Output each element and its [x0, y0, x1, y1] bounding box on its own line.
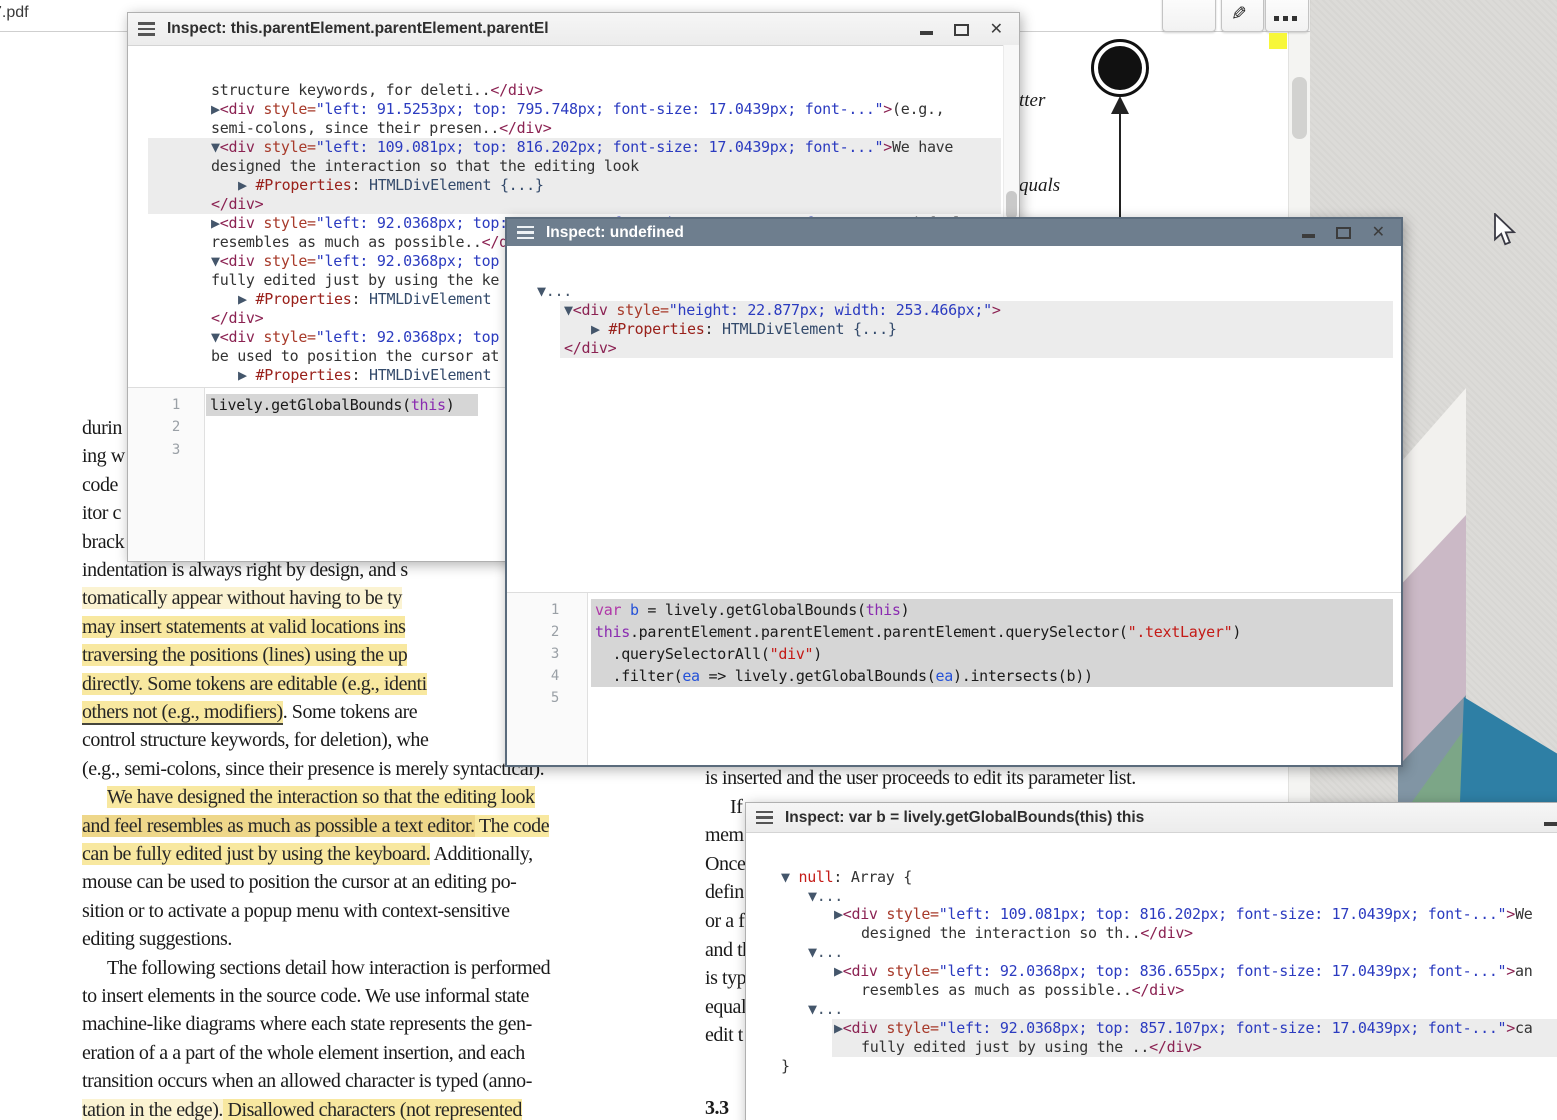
tree-line[interactable]: structure keywords, for deleti..</div> — [211, 81, 543, 100]
tree-line[interactable]: ▶ #Properties: HTMLDivElement — [238, 290, 491, 309]
tree-line[interactable]: } — [781, 1057, 790, 1076]
tab-title: 7.pdf — [0, 4, 29, 22]
line-number: 3 — [128, 439, 180, 461]
diagram-label: tter — [1019, 90, 1045, 112]
more-button[interactable] — [1265, 0, 1309, 32]
window-title: Inspect: var b = lively.getGlobalBounds(… — [785, 809, 1144, 827]
tree-line[interactable]: resembles as much as possible..</div> — [861, 981, 1184, 1000]
window-titlebar[interactable]: Inspect: var b = lively.getGlobalBounds(… — [746, 803, 1557, 833]
yellow-highlight-swatch — [1269, 33, 1287, 49]
tree-line[interactable]: ▼ null: Array { — [781, 868, 912, 887]
close-button[interactable]: ✕ — [1372, 225, 1385, 239]
editor-code[interactable]: var b = lively.getGlobalBounds(this)this… — [591, 593, 1399, 765]
mouse-cursor-icon — [1492, 213, 1518, 252]
tree-line[interactable]: semi-colons, since their presen..</div> — [211, 119, 552, 138]
tree-line[interactable]: ▶ #Properties: HTMLDivElement {...} — [560, 320, 1393, 339]
line-number: 1 — [507, 599, 559, 621]
tree-line[interactable]: designed the interaction so that the edi… — [148, 157, 1001, 176]
ellipsis-icon — [1274, 16, 1297, 21]
tree-line[interactable]: ▼<div style="height: 22.877px; width: 25… — [560, 301, 1393, 320]
tree-line[interactable]: ▼... — [808, 943, 843, 962]
tree-line[interactable]: </div> — [211, 309, 263, 328]
window-titlebar[interactable]: Inspect: undefined — [507, 219, 1401, 246]
menu-icon[interactable] — [517, 226, 534, 240]
code-line[interactable]: .querySelectorAll("div") — [591, 643, 1393, 665]
tree-line[interactable]: ▶<div style="left: 92.0368px; top: 836.6… — [834, 962, 1533, 981]
tree-line[interactable]: ▼... — [808, 887, 843, 906]
end-state-icon — [1091, 39, 1149, 97]
code-line[interactable]: var b = lively.getGlobalBounds(this) — [591, 599, 1393, 621]
line-number: 4 — [507, 665, 559, 687]
inspector-window-3: Inspect: var b = lively.getGlobalBounds(… — [745, 802, 1557, 1120]
editor-gutter: 12345 — [507, 593, 588, 765]
window-titlebar[interactable]: Inspect: this.parentElement.parentElemen… — [128, 13, 1019, 46]
tree-line[interactable]: ▶<div style="left: 109.081px; top: 816.2… — [834, 905, 1533, 924]
line-number: 3 — [507, 643, 559, 665]
minimize-button[interactable] — [920, 31, 933, 35]
line-number: 2 — [507, 621, 559, 643]
tree-line[interactable]: ▼<div style="left: 92.0368px; top — [211, 328, 499, 347]
tree-line[interactable]: resembles as much as possible..</div> — [211, 233, 534, 252]
pencil-icon: ✎ — [1231, 3, 1247, 26]
tree-line[interactable]: ▼... — [537, 282, 572, 301]
line-number: 1 — [128, 394, 180, 416]
tree-line[interactable]: ▼<div style="left: 109.081px; top: 816.2… — [148, 138, 1001, 157]
tree-line[interactable]: ▶<div style="left: 91.5253px; top: 795.7… — [211, 100, 944, 119]
maximize-button[interactable] — [1336, 227, 1351, 239]
tree-line[interactable]: </div> — [148, 195, 1001, 214]
window-title: Inspect: this.parentElement.parentElemen… — [167, 20, 549, 38]
tree-line[interactable]: ▼<div style="left: 92.0368px; top — [211, 252, 499, 271]
diagram-label: quals — [1019, 175, 1060, 197]
decor-teal-shape — [1460, 688, 1557, 802]
maximize-button[interactable] — [954, 24, 969, 36]
tree-line[interactable]: fully edited just by using the ..</div> — [832, 1038, 1557, 1057]
line-number: 5 — [507, 687, 559, 709]
screen: 7.pdf ✎ durining wcodeitor cbrackindenta… — [0, 0, 1557, 1120]
tree-line[interactable]: fully edited just by using the ke — [211, 271, 499, 290]
minimize-button[interactable] — [1544, 822, 1557, 826]
tree-line[interactable]: ▶ #Properties: HTMLDivElement — [238, 366, 491, 385]
menu-icon[interactable] — [756, 811, 773, 825]
window-title: Inspect: undefined — [546, 224, 684, 242]
editor-gutter: 123 — [128, 388, 205, 560]
toolbar-partial-button[interactable] — [1162, 0, 1216, 32]
line-number: 2 — [128, 416, 180, 438]
tree-line[interactable]: designed the interaction so th..</div> — [861, 924, 1193, 943]
code-editor[interactable]: 12345 var b = lively.getGlobalBounds(thi… — [507, 592, 1401, 765]
dom-tree[interactable]: ▼ null: Array {▼...▶<div style="left: 10… — [746, 832, 1557, 1120]
code-line[interactable]: this.parentElement.parentElement.parentE… — [591, 621, 1393, 643]
edit-button[interactable]: ✎ — [1221, 0, 1264, 32]
inspector-window-2: Inspect: undefined ✕ ▼...▼<div style="he… — [505, 217, 1403, 767]
close-button[interactable]: ✕ — [990, 22, 1003, 36]
menu-icon[interactable] — [138, 22, 155, 36]
scrollbar-thumb[interactable] — [1006, 191, 1017, 219]
tree-line[interactable]: ▼... — [808, 1000, 843, 1019]
tree-line[interactable]: ▶ #Properties: HTMLDivElement {...} — [148, 176, 1001, 195]
minimize-button[interactable] — [1302, 234, 1315, 238]
code-line[interactable]: .filter(ea => lively.getGlobalBounds(ea)… — [591, 665, 1393, 687]
tree-line[interactable]: ▶<div style="left: 92.0368px; top: 857.1… — [832, 1019, 1557, 1038]
code-line[interactable]: lively.getGlobalBounds(this) — [206, 394, 478, 416]
tree-line[interactable]: be used to position the cursor at — [211, 347, 499, 366]
tree-line[interactable]: </div> — [560, 339, 1393, 358]
page-scrollbar-thumb[interactable] — [1292, 77, 1307, 139]
